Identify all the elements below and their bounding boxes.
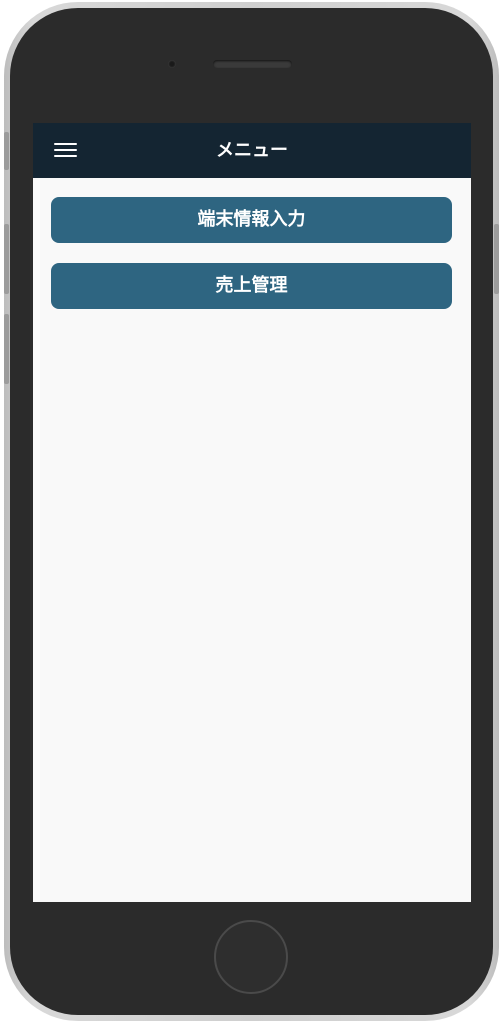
sales-management-button[interactable]: 売上管理 [51, 263, 452, 309]
power-button [494, 224, 499, 294]
home-button [214, 920, 288, 994]
terminal-info-input-button[interactable]: 端末情報入力 [51, 197, 452, 243]
front-camera [168, 60, 176, 68]
page-title: メニュー [216, 140, 288, 161]
app-screen: メニュー 端末情報入力 売上管理 [33, 123, 471, 902]
earpiece-speaker [213, 60, 292, 68]
volume-down-button [4, 314, 9, 384]
volume-up-button [4, 224, 9, 294]
app-header: メニュー [33, 123, 471, 178]
mute-switch [4, 132, 9, 170]
